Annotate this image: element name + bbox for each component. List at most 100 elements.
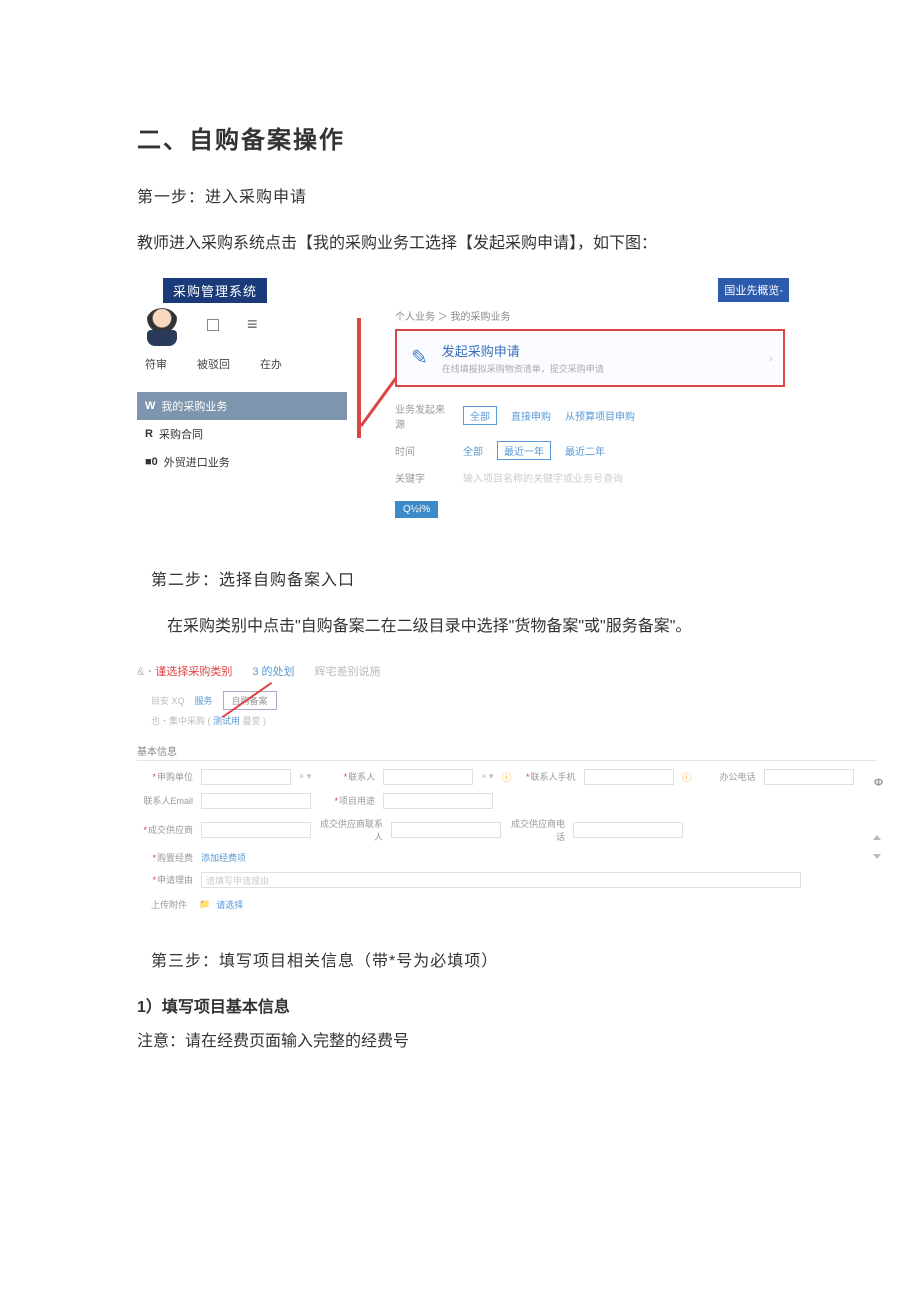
header-right-badge: 国业先概览- bbox=[718, 278, 789, 302]
step3-note: 注意：请在经费页面输入完整的经费号 bbox=[137, 1027, 790, 1057]
tab-service[interactable]: 服务 bbox=[195, 694, 213, 707]
filter-time-label: 时间 bbox=[395, 443, 449, 458]
section-heading: 二、自购备案操作 bbox=[137, 120, 790, 155]
input-reason[interactable]: 请填写申请理由 bbox=[201, 872, 801, 888]
filter-option[interactable]: 直接申购 bbox=[511, 408, 551, 423]
status-item: 被驳回 bbox=[197, 356, 230, 372]
input-phone[interactable] bbox=[584, 769, 674, 785]
tab-self-purchase[interactable]: 自购备案 bbox=[223, 691, 277, 710]
filter-all-tag[interactable]: 全部 bbox=[463, 406, 497, 425]
step3-title: 第三步：填写项目相关信息（带*号为必填项） bbox=[137, 947, 790, 977]
filter-option[interactable]: 最近二年 bbox=[565, 443, 605, 458]
step1-body: 教师进入采购系统点击【我的采购业务工选择【发起采购申请】，如下图： bbox=[137, 229, 790, 259]
step3-subhead: 1）填写项目基本信息 bbox=[137, 993, 790, 1017]
filter-source-label: 业务发起来源 bbox=[395, 401, 449, 431]
input-purpose[interactable] bbox=[383, 793, 493, 809]
status-item: 在办 bbox=[260, 356, 282, 372]
card-title: 发起采购申请 bbox=[442, 341, 604, 360]
filter-option[interactable]: 全部 bbox=[463, 443, 483, 458]
pen-icon: ✎ bbox=[411, 345, 428, 370]
info-icon: ⓘ bbox=[502, 769, 512, 784]
nav-prefix: W bbox=[145, 400, 155, 412]
start-request-card[interactable]: ✎ 发起采购申请 在线填报拟采购物资清单，提交采购申请 › bbox=[395, 329, 785, 387]
document-page: 二、自购备案操作 第一步：进入采购申请 教师进入采购系统点击【我的采购业务工选择… bbox=[0, 0, 920, 1135]
label-budget: 购置经费 bbox=[137, 851, 193, 864]
label-sup-phone: 成交供应商电话 bbox=[509, 817, 565, 843]
top-prefix: &・ bbox=[137, 666, 155, 678]
hamburger-icon[interactable]: ≡ bbox=[247, 314, 258, 335]
screenshot-2: &・谨选择采购类别 3 的处划 辉宅差别说施 目安 XQ 服务 自购备案 也・集… bbox=[137, 663, 877, 911]
form-row-4: 购置经费 添加经费项 bbox=[137, 851, 877, 864]
info-icon: ⓘ bbox=[682, 769, 692, 784]
nav-label: 我的采购业务 bbox=[161, 398, 227, 414]
label-email: 联系人Email bbox=[137, 794, 193, 807]
checkbox-icon bbox=[207, 319, 219, 331]
phi-symbol: Φ bbox=[874, 777, 883, 789]
label-sup-contact: 成交供应商联系人 bbox=[319, 817, 383, 843]
subcategory-row: 也・集中采购 ( 测试用 曼变 ) bbox=[137, 714, 877, 727]
nav-my-procurement[interactable]: W 我的采购业务 bbox=[137, 392, 347, 420]
top-desc: 辉宅差别说施 bbox=[315, 663, 381, 679]
label-contact: 联系人 bbox=[319, 770, 375, 783]
label-purpose: 项目用途 bbox=[319, 794, 375, 807]
input-supplier[interactable] bbox=[201, 822, 311, 838]
avatar bbox=[145, 308, 179, 342]
sub-mid[interactable]: 测试用 bbox=[213, 716, 240, 726]
nav-prefix: R bbox=[145, 428, 153, 440]
nav-label: 采购合同 bbox=[159, 426, 203, 442]
clear-icon[interactable]: × ▾ bbox=[299, 771, 311, 782]
chevron-right-icon: › bbox=[769, 351, 773, 365]
upload-row: 上传附件 📁 请选择 bbox=[137, 898, 877, 911]
app-title: 采购管理系统 bbox=[163, 278, 267, 303]
step1-title: 第一步：进入采购申请 bbox=[137, 183, 790, 213]
form-row-1: 申购单位 × ▾ 联系人 × ▾ ⓘ 联系人手机 ⓘ 办公电话 bbox=[137, 769, 877, 785]
filter-year-tag[interactable]: 最近一年 bbox=[497, 441, 551, 460]
nav-import[interactable]: ■0 外贸进口业务 bbox=[137, 448, 347, 476]
input-office[interactable] bbox=[764, 769, 854, 785]
folder-icon: 📁 bbox=[199, 899, 210, 910]
status-row: 符审 被驳回 在办 bbox=[137, 356, 347, 372]
step2-title: 第二步：选择自购备案入口 bbox=[137, 566, 790, 596]
input-sup-contact[interactable] bbox=[391, 822, 501, 838]
input-contact[interactable] bbox=[383, 769, 473, 785]
search-button[interactable]: Q½i% bbox=[395, 501, 438, 518]
select-category-text: 谨选择采购类别 bbox=[155, 666, 232, 678]
label-unit: 申购单位 bbox=[137, 770, 193, 783]
form-row-2: 联系人Email 项目用途 bbox=[137, 793, 877, 809]
side-nav: W 我的采购业务 R 采购合同 ■0 外贸进口业务 bbox=[137, 392, 347, 476]
form-row-5: 申请理由 请填写申请理由 bbox=[137, 872, 877, 888]
label-upload: 上传附件 bbox=[137, 898, 193, 911]
section-basic-info: 基本信息 bbox=[137, 739, 877, 761]
right-panel: 个人业务 ＞ 我的采购业务 ✎ 发起采购申请 在线填报拟采购物资清单，提交采购申… bbox=[367, 308, 789, 518]
left-panel: ≡ 符审 被驳回 在办 W 我的采购业务 R 采购合同 ■0 外贸进口业务 bbox=[137, 308, 347, 476]
form-row-3: 成交供应商 成交供应商联系人 成交供应商电话 bbox=[137, 817, 877, 843]
label-supplier: 成交供应商 bbox=[137, 823, 193, 836]
sub-left: 也・集中采购 ( bbox=[151, 716, 211, 726]
label-reason: 申请理由 bbox=[137, 873, 193, 886]
top-row: &・谨选择采购类别 3 的处划 辉宅差别说施 bbox=[137, 663, 877, 679]
filter-option[interactable]: 从预算项目申购 bbox=[565, 408, 635, 423]
input-unit[interactable] bbox=[201, 769, 291, 785]
keyword-placeholder[interactable]: 输入项目名称的关键字或业务号查询 bbox=[463, 470, 623, 485]
clear-icon[interactable]: × ▾ bbox=[481, 771, 493, 782]
breadcrumb: 个人业务 ＞ 我的采购业务 bbox=[367, 308, 789, 323]
nav-label: 外贸进口业务 bbox=[164, 454, 230, 470]
screenshot-1: 采购管理系统 国业先概览- ≡ 符审 被驳回 在办 W 我的采购业务 R 采 bbox=[137, 278, 789, 526]
tab-prefix: 目安 XQ bbox=[151, 694, 185, 707]
sub-right: 曼变 ) bbox=[243, 716, 267, 726]
label-phone: 联系人手机 bbox=[520, 770, 576, 783]
filter-keyword-label: 关键字 bbox=[395, 470, 449, 485]
top-link: 3 的处划 bbox=[252, 663, 294, 679]
input-email[interactable] bbox=[201, 793, 311, 809]
upload-link[interactable]: 请选择 bbox=[216, 898, 243, 911]
scrollbar-icon[interactable] bbox=[873, 835, 883, 859]
nav-contract[interactable]: R 采购合同 bbox=[137, 420, 347, 448]
red-indicator-bar bbox=[357, 318, 361, 438]
card-subtitle: 在线填报拟采购物资清单，提交采购申请 bbox=[442, 362, 604, 375]
status-item: 符审 bbox=[145, 356, 167, 372]
add-budget-link[interactable]: 添加经费项 bbox=[201, 851, 246, 864]
filter-area: 业务发起来源 全部 直接申购 从预算项目申购 时间 全部 最近一年 最近二年 关… bbox=[395, 401, 789, 485]
input-sup-phone[interactable] bbox=[573, 822, 683, 838]
nav-prefix: ■0 bbox=[145, 456, 158, 468]
label-office: 办公电话 bbox=[700, 770, 756, 783]
